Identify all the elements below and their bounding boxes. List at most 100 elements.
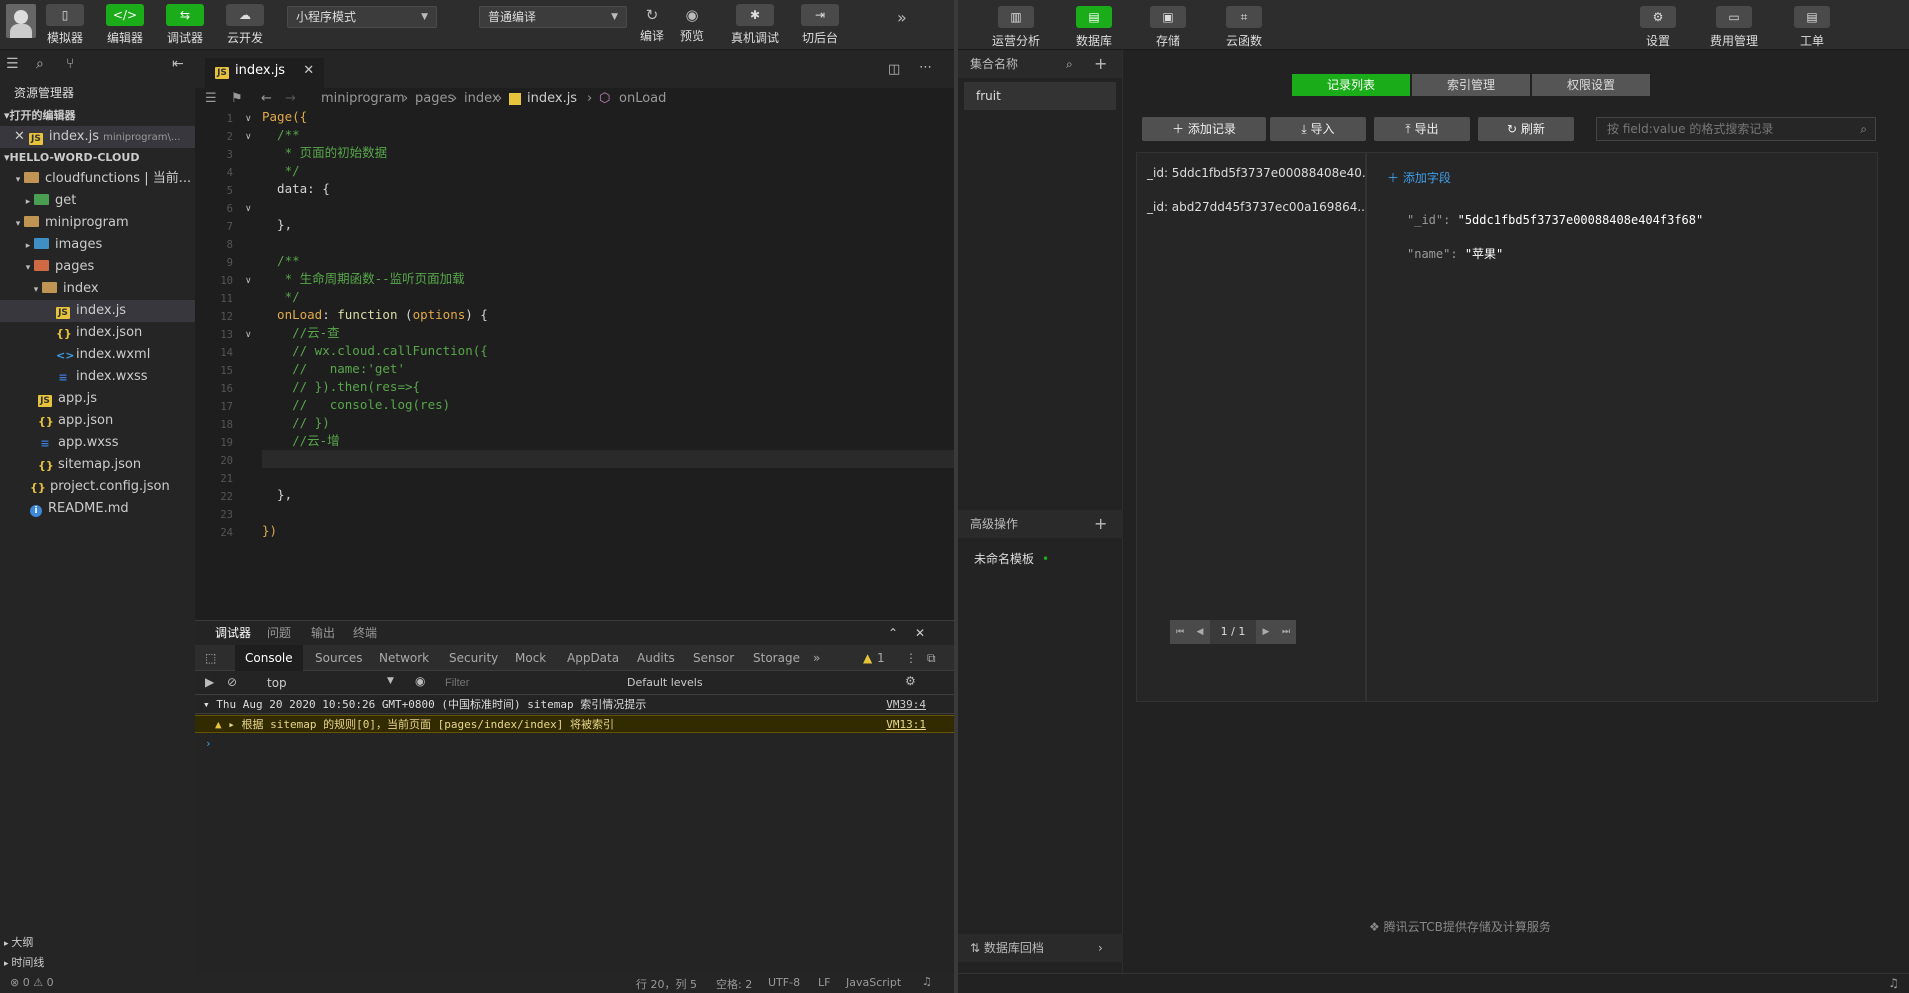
- tab-record-list[interactable]: 记录列表: [1292, 74, 1410, 96]
- tab-audits[interactable]: Audits: [637, 645, 675, 671]
- bell-icon[interactable]: ♫: [1888, 976, 1899, 990]
- forward-arrow-icon[interactable]: →: [285, 88, 296, 110]
- tree-item-app-js[interactable]: JS app.js: [0, 388, 195, 410]
- tree-item-index-wxss[interactable]: ≡ index.wxss: [0, 366, 195, 388]
- real-debug-button[interactable]: ✱ 真机调试: [730, 4, 780, 46]
- last-page-icon[interactable]: ⏭: [1276, 620, 1296, 644]
- nav-analytics[interactable]: ▥ 运营分析: [986, 6, 1046, 49]
- close-icon[interactable]: ✕: [303, 63, 314, 78]
- cloud-dev-button[interactable]: ☁ 云开发: [220, 4, 270, 46]
- chevron-down-icon[interactable]: ∨: [245, 326, 259, 344]
- tab-console[interactable]: Console: [235, 645, 303, 671]
- breadcrumb-item[interactable]: index: [464, 88, 500, 110]
- add-icon[interactable]: +: [1094, 50, 1107, 78]
- search-icon[interactable]: ⌕: [1860, 118, 1867, 140]
- more-icon[interactable]: ⋮: [905, 645, 917, 671]
- tree-item-images[interactable]: ▸ images: [0, 234, 195, 256]
- close-icon[interactable]: ✕: [14, 129, 25, 144]
- import-button[interactable]: ⤓ 导入: [1270, 117, 1366, 141]
- inspect-icon[interactable]: ⬚: [205, 645, 216, 671]
- avatar[interactable]: [6, 4, 36, 38]
- nav-storage[interactable]: ▣ 存储: [1138, 6, 1198, 49]
- split-editor-icon[interactable]: ◫: [888, 62, 900, 77]
- tab-debugger[interactable]: 调试器: [215, 621, 252, 646]
- tab-security[interactable]: Security: [449, 645, 498, 671]
- tree-item-index-js[interactable]: JS index.js: [0, 300, 195, 322]
- filter-input[interactable]: [441, 674, 591, 692]
- nav-database[interactable]: ▤ 数据库: [1064, 6, 1124, 49]
- project-section[interactable]: ▾HELLO-WORD-CLOUD: [0, 148, 195, 168]
- tab-appdata[interactable]: AppData: [567, 645, 619, 671]
- code-editor[interactable]: Page({ /** * 页面的初始数据 */ data: { }, /** *…: [262, 108, 954, 620]
- source-link[interactable]: VM39:4: [886, 696, 926, 714]
- tree-item-index-json[interactable]: {} index.json: [0, 322, 195, 344]
- compile-button[interactable]: ↻ 编译: [630, 6, 674, 44]
- tree-item-app-wxss[interactable]: ≡ app.wxss: [0, 432, 195, 454]
- tree-item-index[interactable]: ▾ index: [0, 278, 195, 300]
- chevron-up-icon[interactable]: ⌃: [888, 621, 898, 645]
- gear-icon[interactable]: ⚙: [905, 674, 916, 688]
- export-button[interactable]: ⤒ 导出: [1374, 117, 1470, 141]
- tree-item-sitemap-json[interactable]: {} sitemap.json: [0, 454, 195, 476]
- tree-item-pages[interactable]: ▾ pages: [0, 256, 195, 278]
- nav-ticket[interactable]: ▤ 工单: [1782, 6, 1842, 49]
- tab-terminal[interactable]: 终端: [353, 621, 377, 645]
- tree-item-cloudfunctions[interactable]: ▾ cloudfunctions | 当前...: [0, 168, 195, 190]
- next-page-icon[interactable]: ▶: [1256, 620, 1276, 644]
- undock-icon[interactable]: ⧉: [927, 645, 936, 671]
- sidebar-toggle-icon[interactable]: ▶: [205, 675, 214, 689]
- search-icon[interactable]: ⌕: [36, 56, 44, 72]
- simulator-button[interactable]: ▯ 模拟器: [40, 4, 90, 46]
- nav-settings[interactable]: ⚙ 设置: [1628, 6, 1688, 49]
- console-warning[interactable]: ▲ ▸ 根据 sitemap 的规则[0]，当前页面 [pages/index/…: [195, 715, 954, 733]
- record-search-input[interactable]: 按 field:value 的格式搜索记录 ⌕: [1596, 117, 1876, 141]
- language-mode[interactable]: JavaScript: [846, 976, 901, 989]
- chevron-down-icon[interactable]: ∨: [245, 272, 259, 290]
- db-backup[interactable]: ⇅ 数据库回档 ›: [958, 934, 1123, 962]
- search-icon[interactable]: ⌕: [1066, 50, 1073, 78]
- tab-sensor[interactable]: Sensor: [693, 645, 734, 671]
- tab-index-manage[interactable]: 索引管理: [1412, 74, 1530, 96]
- debugger-button[interactable]: ⇆ 调试器: [160, 4, 210, 46]
- collapse-icon[interactable]: ⇤: [172, 56, 184, 72]
- nav-billing[interactable]: ▭ 费用管理: [1704, 6, 1764, 49]
- back-arrow-icon[interactable]: ←: [261, 88, 272, 110]
- more-chevron-icon[interactable]: »: [897, 8, 907, 27]
- timeline-toggle[interactable]: ▸ 时间线: [0, 953, 195, 973]
- levels-select[interactable]: Default levels: [627, 676, 703, 689]
- eye-icon[interactable]: ◉: [415, 674, 425, 688]
- breadcrumb-item[interactable]: pages: [415, 88, 454, 110]
- tree-item-project-config[interactable]: {} project.config.json: [0, 476, 195, 498]
- cursor-position[interactable]: 行 20，列 5: [636, 976, 697, 992]
- source-link[interactable]: VM13:1: [886, 716, 926, 734]
- tab-network[interactable]: Network: [379, 645, 429, 671]
- add-record-button[interactable]: ＋ 添加记录: [1142, 117, 1266, 141]
- mode-select[interactable]: 小程序模式 ▼: [287, 6, 437, 28]
- nav-functions[interactable]: ⌗ 云函数: [1214, 6, 1274, 49]
- context-select[interactable]: top: [267, 676, 287, 690]
- page-select[interactable]: 1 / 1: [1210, 620, 1256, 644]
- outline-toggle[interactable]: ▸ 大纲: [0, 933, 195, 953]
- eol[interactable]: LF: [818, 976, 830, 989]
- background-button[interactable]: ⇥ 切后台: [795, 4, 845, 46]
- tab-permissions[interactable]: 权限设置: [1532, 74, 1650, 96]
- list-icon[interactable]: ☰: [205, 88, 217, 110]
- record-item[interactable]: _id: 5ddc1fbd5f3737e00088408e40...: [1137, 153, 1365, 187]
- encoding[interactable]: UTF-8: [768, 976, 800, 989]
- open-editors-section[interactable]: ▾打开的编辑器: [0, 106, 195, 126]
- record-item[interactable]: _id: abd27dd45f3737ec00a169864...: [1137, 187, 1365, 221]
- bookmark-icon[interactable]: ⚑: [231, 88, 243, 110]
- tree-item-app-json[interactable]: {} app.json: [0, 410, 195, 432]
- problems-count[interactable]: ⊗ 0 ⚠ 0: [10, 976, 54, 989]
- console-prompt[interactable]: ›: [195, 735, 954, 753]
- console-group[interactable]: ▾ Thu Aug 20 2020 10:50:26 GMT+0800 (中国标…: [195, 696, 954, 714]
- bell-icon[interactable]: ♫: [922, 975, 932, 988]
- collection-item-fruit[interactable]: fruit: [964, 82, 1116, 110]
- breadcrumb-item[interactable]: index.js: [527, 88, 577, 110]
- first-page-icon[interactable]: ⏮: [1170, 620, 1190, 644]
- more-tabs-icon[interactable]: »: [813, 645, 820, 671]
- tree-item-miniprogram[interactable]: ▾ miniprogram: [0, 212, 195, 234]
- tab-storage[interactable]: Storage: [753, 645, 800, 671]
- more-icon[interactable]: ⋯: [919, 60, 932, 75]
- editor-button[interactable]: </> 编辑器: [100, 4, 150, 46]
